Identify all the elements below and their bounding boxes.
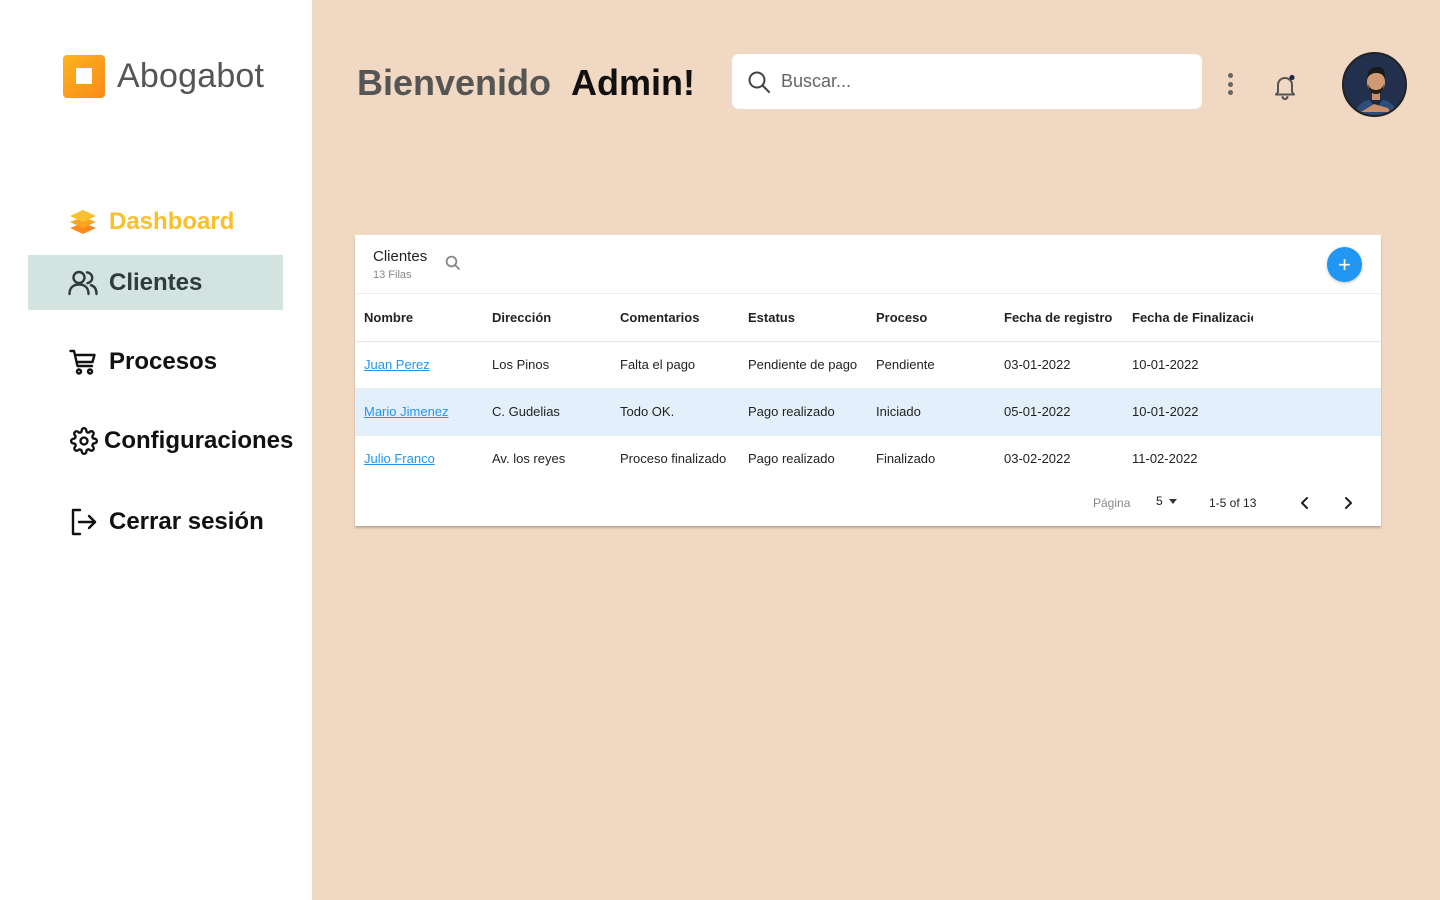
sidebar-item-configuraciones[interactable]: Configuraciones <box>28 413 293 468</box>
layers-icon <box>68 207 98 237</box>
sidebar-item-label: Cerrar sesión <box>109 507 264 535</box>
sidebar-item-label: Clientes <box>109 268 203 296</box>
column-header[interactable]: Fecha de Finalizacióı <box>1123 294 1253 342</box>
table-cell: Pago realizado <box>739 388 867 435</box>
table-cell: Pendiente <box>876 357 935 372</box>
clients-table-card: Clientes 13 Filas + Nombre Dirección Com… <box>355 235 1381 526</box>
column-header[interactable]: Nombre <box>355 294 483 342</box>
table-cell: Los Pinos <box>492 357 550 372</box>
table-cell: 05-01-2022 <box>995 388 1123 435</box>
column-header-spacer <box>1253 294 1381 342</box>
cart-icon <box>68 347 98 377</box>
column-header[interactable]: Fecha de registro <box>995 294 1123 342</box>
client-name-link[interactable]: Mario Jimenez <box>364 404 449 419</box>
notification-bell-icon[interactable] <box>1270 72 1300 102</box>
table-cell-spacer <box>1253 435 1381 482</box>
table-cell: Juan Perez <box>355 341 483 388</box>
chevron-left-icon[interactable] <box>1295 493 1315 513</box>
table-cell: Pago realizado <box>748 451 835 467</box>
sidebar-item-label: Configuraciones <box>104 426 294 454</box>
gear-icon <box>70 426 98 456</box>
column-header[interactable]: Dirección <box>483 294 611 342</box>
clients-table: Nombre Dirección Comentarios Estatus Pro… <box>355 294 1381 482</box>
table-cell: 10-01-2022 <box>1132 357 1199 372</box>
search-icon <box>740 63 778 101</box>
sidebar-item-dashboard[interactable]: Dashboard <box>28 194 283 249</box>
table-cell: Todo OK. <box>611 388 739 435</box>
page-size-value: 5 <box>1156 494 1163 508</box>
client-name-link[interactable]: Julio Franco <box>364 451 435 466</box>
table-row-count: 13 Filas <box>373 269 412 281</box>
table-header-row: Nombre Dirección Comentarios Estatus Pro… <box>355 294 1381 342</box>
table-row[interactable]: Juan Perez Los Pinos Falta el pago Pendi… <box>355 341 1381 388</box>
table-title: Clientes <box>373 248 428 265</box>
app-logo-icon <box>63 55 105 98</box>
table-cell: 10-01-2022 <box>1123 388 1253 435</box>
table-cell: Falta el pago <box>620 357 696 372</box>
table-row[interactable]: Julio Franco Av. los reyes Proceso final… <box>355 435 1381 482</box>
column-header[interactable]: Comentarios <box>611 294 739 342</box>
table-cell: Pendiente de pago <box>748 357 858 372</box>
table-cell: Iniciado <box>867 388 995 435</box>
table-row[interactable]: Mario Jimenez C. Gudelias Todo OK. Pago … <box>355 388 1381 435</box>
table-cell-spacer <box>1253 341 1381 388</box>
table-cell-spacer <box>1253 388 1381 435</box>
pagination: Página 5 1-5 of 13 <box>355 485 1381 519</box>
table-cell: 03-02-2022 <box>1004 451 1071 467</box>
users-icon <box>68 268 98 298</box>
chevron-right-icon[interactable] <box>1338 493 1358 513</box>
column-header[interactable]: Estatus <box>739 294 867 342</box>
caret-down-icon <box>1168 498 1177 504</box>
search-bar[interactable] <box>732 54 1202 109</box>
table-toolbar: Clientes 13 Filas + <box>355 235 1381 294</box>
client-name-link[interactable]: Juan Perez <box>364 357 430 372</box>
page-range: 1-5 of 13 <box>1209 496 1257 510</box>
page-size-select[interactable]: 5 <box>1156 494 1177 508</box>
table-cell: Av. los reyes <box>492 451 566 467</box>
table-cell: Julio Franco <box>355 435 483 482</box>
page-title: Bienvenido Admin! <box>357 62 695 104</box>
sidebar-item-label: Dashboard <box>109 207 235 235</box>
sidebar-item-label: Procesos <box>109 347 218 375</box>
user-name: Admin! <box>571 62 696 103</box>
kebab-dot <box>1227 73 1233 78</box>
kebab-dot <box>1227 81 1233 87</box>
table-cell: Mario Jimenez <box>355 388 483 435</box>
brand[interactable]: Abogabot <box>63 55 264 98</box>
table-cell: Finalizado <box>876 451 936 467</box>
add-client-button[interactable]: + <box>1327 247 1362 282</box>
sidebar-item-procesos[interactable]: Procesos <box>28 334 283 389</box>
column-header[interactable]: Proceso <box>867 294 995 342</box>
brand-name: Abogabot <box>117 57 265 95</box>
table-cell: C. Gudelias <box>483 388 611 435</box>
welcome-text: Bienvenido <box>357 62 552 103</box>
avatar[interactable] <box>1342 52 1407 117</box>
logout-icon <box>68 507 98 537</box>
sidebar-item-clientes[interactable]: Clientes <box>28 255 283 310</box>
sidebar: Abogabot Dashboard Clientes Procesos Con… <box>0 0 312 900</box>
search-input[interactable] <box>781 71 1181 92</box>
table-cell: 03-01-2022 <box>1004 357 1071 372</box>
more-options-icon[interactable] <box>1219 70 1241 98</box>
kebab-dot <box>1227 90 1233 95</box>
search-icon[interactable] <box>444 254 462 272</box>
table-cell: 11-02-2022 <box>1132 451 1198 467</box>
sidebar-item-logout[interactable]: Cerrar sesión <box>28 494 283 549</box>
table-cell: Proceso finalizado <box>620 451 727 467</box>
page-size-label: Página <box>1093 496 1131 510</box>
